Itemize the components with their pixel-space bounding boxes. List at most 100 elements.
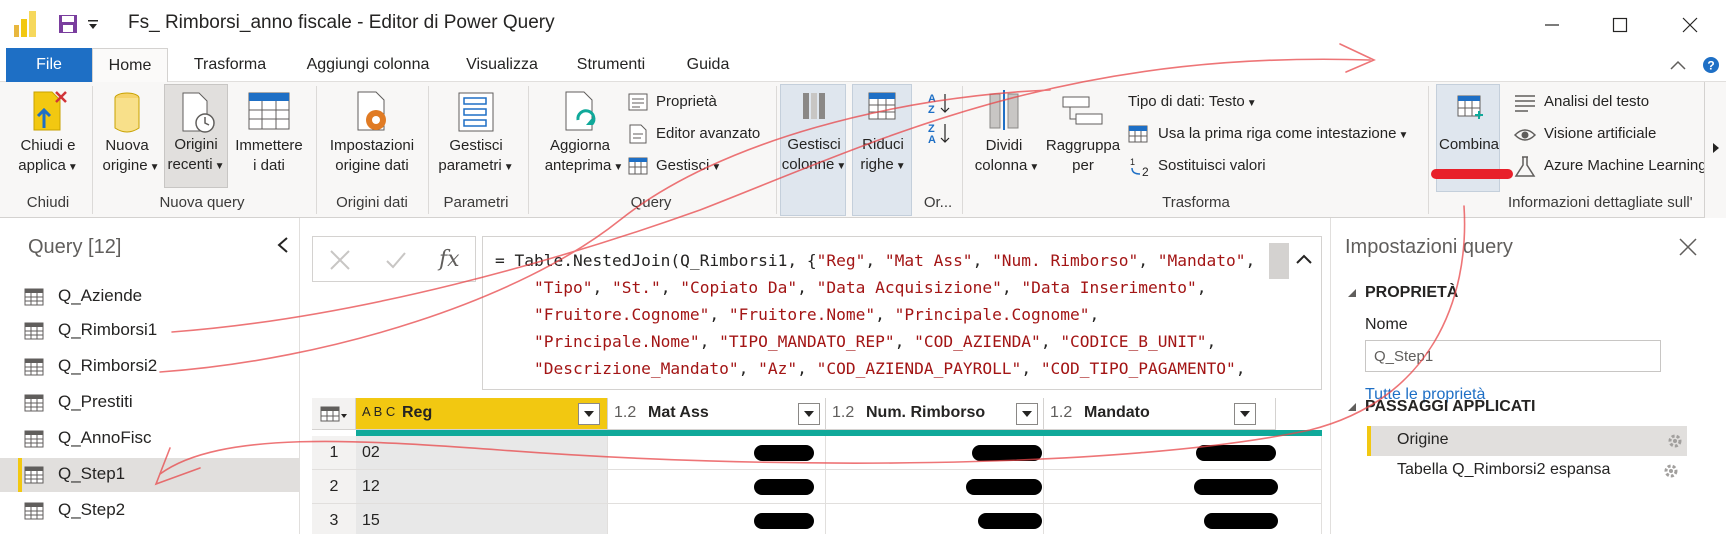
formula-scrollbar-thumb[interactable] — [1269, 243, 1289, 279]
refresh-preview-button[interactable]: Aggiorna anteprima ▼ — [534, 84, 626, 192]
recent-sources-label-2: recenti ▼ — [167, 156, 225, 173]
data-preview-grid: A B C Reg 1.2 Mat Ass 1.2 Num. Rimborso … — [312, 398, 1322, 534]
table-cell-redacted[interactable] — [1044, 436, 1322, 470]
tab-trasforma[interactable]: Trasforma — [182, 48, 278, 82]
column-filter-button[interactable] — [1234, 403, 1256, 425]
vision-button[interactable]: Visione artificiale — [1513, 124, 1714, 146]
help-icon[interactable]: ? — [1702, 56, 1720, 74]
collapse-triangle-icon[interactable] — [1347, 402, 1357, 412]
manage-button[interactable]: Gestisci ▼ — [628, 156, 738, 178]
table-cell-redacted[interactable] — [1044, 504, 1322, 534]
formula-controls: fx — [312, 236, 476, 282]
column-filter-button[interactable] — [1016, 403, 1038, 425]
row-number[interactable]: 2 — [312, 470, 356, 504]
query-item-selected[interactable]: Q_Step1 — [0, 458, 300, 492]
collapse-triangle-icon[interactable] — [1347, 288, 1357, 298]
group-by-button[interactable]: Raggruppa per — [1044, 84, 1122, 192]
close-apply-button[interactable]: Chiudi e applica ▼ — [10, 84, 86, 192]
table-cell-redacted[interactable] — [826, 504, 1044, 534]
advanced-editor-button[interactable]: Editor avanzato — [628, 124, 788, 146]
gear-icon[interactable] — [1667, 433, 1683, 449]
replace-values-button[interactable]: 12 Sostituisci valori — [1128, 156, 1318, 179]
row-number[interactable]: 1 — [312, 436, 356, 470]
minimize-button[interactable] — [1524, 8, 1580, 42]
maximize-button[interactable] — [1592, 8, 1648, 42]
table-cell-redacted[interactable] — [608, 504, 826, 534]
group-label-ordina: Or... — [923, 194, 953, 211]
data-source-settings-button[interactable]: Impostazioni origine dati — [322, 84, 422, 192]
manage-columns-button[interactable]: Gestisci colonne ▼ — [780, 84, 846, 216]
combine-label: Combina — [1438, 136, 1500, 153]
table-menu-button[interactable] — [312, 398, 356, 430]
commit-formula-icon[interactable] — [385, 249, 407, 271]
table-cell-redacted[interactable] — [826, 470, 1044, 504]
reduce-rows-button[interactable]: Riduci righe ▼ — [852, 84, 912, 216]
ribbon-scroll-right[interactable] — [1704, 82, 1726, 218]
formula-bar[interactable]: = Table.NestedJoin(Q_Rimborsi1, {"Reg", … — [482, 236, 1322, 390]
collapse-formula-icon[interactable] — [1295, 253, 1313, 265]
query-item-label: Q_Aziende — [58, 286, 143, 305]
data-source-settings-icon — [357, 91, 386, 131]
fx-icon[interactable]: fx — [437, 245, 467, 273]
query-settings-pane: Impostazioni query PROPRIETÀ Nome Tutte … — [1330, 218, 1726, 534]
tab-strumenti[interactable]: Strumenti — [566, 48, 656, 82]
use-first-row-headers-button[interactable]: Usa la prima riga come intestazione ▼ — [1128, 124, 1428, 146]
table-icon — [24, 430, 44, 448]
table-cell[interactable]: 02 — [356, 436, 608, 470]
column-header-reg[interactable]: A B C Reg — [356, 398, 608, 430]
tab-home[interactable]: Home — [92, 48, 168, 83]
redaction-mark — [754, 479, 814, 495]
column-filter-button[interactable] — [578, 403, 600, 425]
query-item[interactable]: Q_Aziende — [0, 280, 300, 314]
close-pane-icon[interactable] — [1679, 238, 1697, 256]
tab-visualizza[interactable]: Visualizza — [460, 48, 544, 82]
close-window-button[interactable] — [1662, 8, 1718, 42]
properties-button[interactable]: Proprietà — [628, 92, 768, 114]
query-item[interactable]: Q_Prestiti — [0, 386, 300, 420]
enter-data-label-2: i dati — [253, 157, 285, 174]
cancel-formula-icon[interactable] — [329, 249, 351, 271]
collapse-pane-icon[interactable] — [276, 236, 290, 254]
data-type-label: Tipo di dati: Testo ▼ — [1128, 93, 1257, 110]
save-icon[interactable] — [58, 14, 78, 34]
sort-descending-icon[interactable]: ZA — [928, 122, 950, 146]
table-cell-redacted[interactable] — [608, 470, 826, 504]
gear-icon[interactable] — [1663, 463, 1679, 479]
applied-step[interactable]: Tabella Q_Rimborsi2 espansa — [1367, 456, 1687, 486]
azure-ml-button[interactable]: Azure Machine Learning — [1514, 156, 1714, 178]
query-item[interactable]: Q_AnnoFisc — [0, 422, 300, 456]
text-analytics-button[interactable]: Analisi del testo — [1514, 92, 1714, 114]
refresh-icon — [565, 91, 596, 131]
collapse-ribbon-icon[interactable] — [1670, 60, 1686, 70]
group-label-parametri: Parametri — [443, 194, 509, 211]
table-cell[interactable]: 12 — [356, 470, 608, 504]
tab-file[interactable]: File — [6, 48, 92, 82]
query-item[interactable]: Q_Rimborsi2 — [0, 350, 300, 384]
table-cell-redacted[interactable] — [826, 436, 1044, 470]
quick-access-dropdown-icon[interactable] — [88, 20, 98, 30]
applied-step-selected[interactable]: Origine — [1367, 426, 1687, 456]
manage-parameters-button[interactable]: Gestisci parametri ▼ — [432, 84, 520, 192]
split-column-button[interactable]: Dividi colonna ▼ — [968, 84, 1040, 192]
column-header-mat-ass[interactable]: 1.2 Mat Ass — [608, 398, 826, 430]
tab-aggiungi-colonna[interactable]: Aggiungi colonna — [294, 48, 442, 82]
row-number[interactable]: 3 — [312, 504, 356, 534]
recent-sources-button[interactable]: Origini recenti ▼ — [164, 84, 228, 188]
table-cell-redacted[interactable] — [608, 436, 826, 470]
combine-button[interactable]: Combina — [1436, 84, 1500, 192]
sort-ascending-icon[interactable]: AZ — [928, 92, 950, 116]
query-item[interactable]: Q_Step2 — [0, 494, 300, 528]
table-cell-redacted[interactable] — [1044, 470, 1322, 504]
data-type-dropdown[interactable]: Tipo di dati: Testo ▼ — [1128, 92, 1278, 114]
enter-data-button[interactable]: Immettere i dati — [230, 84, 308, 192]
column-header-mandato[interactable]: 1.2 Mandato — [1044, 398, 1276, 430]
tab-guida[interactable]: Guida — [676, 48, 740, 82]
table-cell[interactable]: 15 — [356, 504, 608, 534]
query-item[interactable]: Q_Rimborsi1 — [0, 314, 300, 348]
new-source-button[interactable]: Nuova origine ▼ — [96, 84, 159, 192]
column-header-num-rimborso[interactable]: 1.2 Num. Rimborso — [826, 398, 1044, 430]
use-first-row-headers-label: Usa la prima riga come intestazione ▼ — [1158, 125, 1409, 142]
column-filter-button[interactable] — [798, 403, 820, 425]
group-divider — [316, 86, 317, 214]
query-name-input[interactable] — [1365, 340, 1661, 372]
